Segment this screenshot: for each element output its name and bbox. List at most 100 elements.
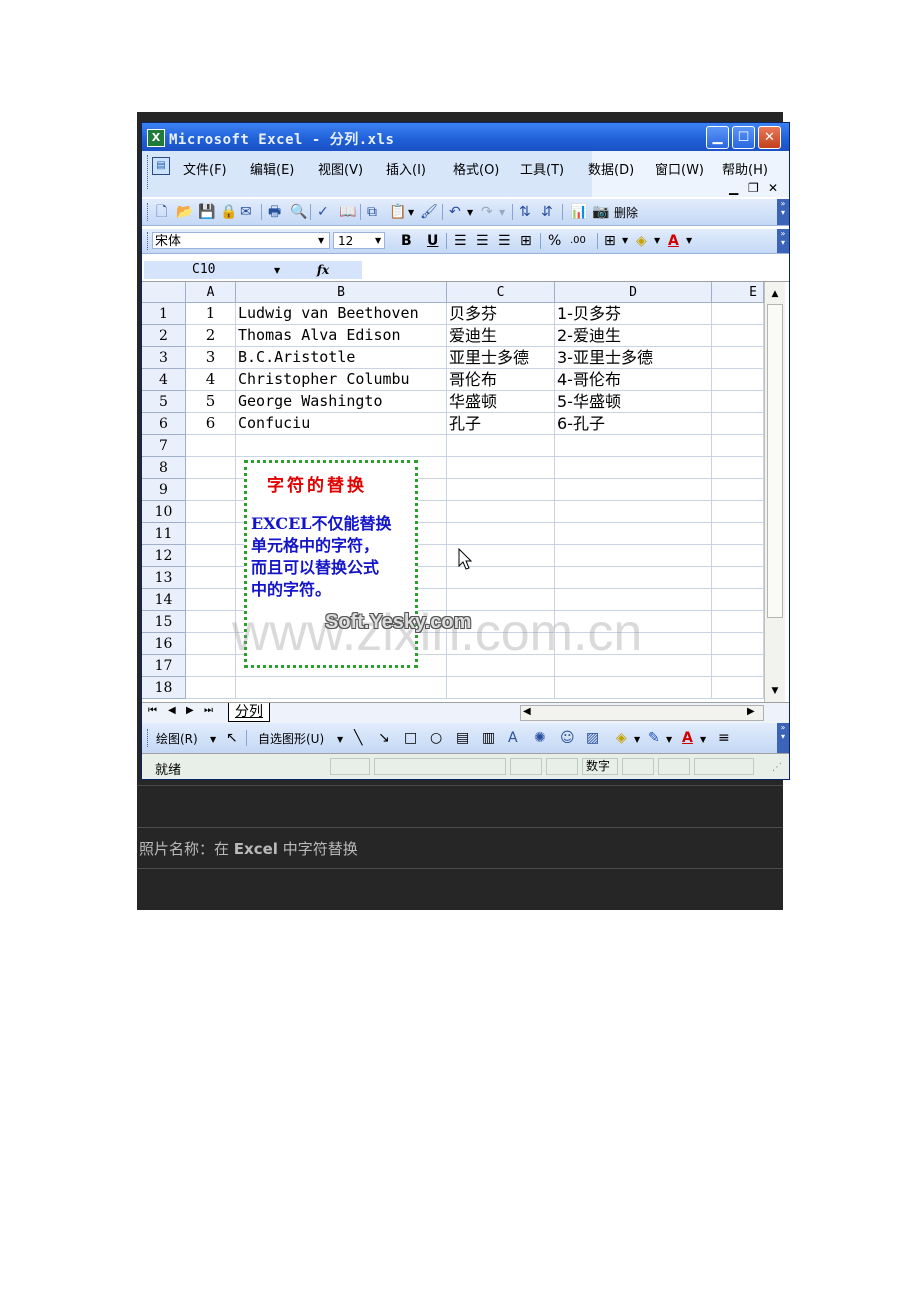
line-style-icon[interactable]: ≡ bbox=[718, 729, 730, 747]
fill-color-icon[interactable]: ◈ bbox=[616, 729, 627, 747]
toolbar-grip-handle[interactable] bbox=[147, 203, 150, 221]
row-header[interactable]: 13 bbox=[142, 567, 186, 589]
cell[interactable]: 2 bbox=[186, 325, 236, 347]
align-right-icon[interactable]: ☰ bbox=[498, 232, 511, 250]
clipart-icon[interactable]: ☺ bbox=[560, 729, 575, 747]
row-header[interactable]: 14 bbox=[142, 589, 186, 611]
cell[interactable] bbox=[447, 479, 555, 501]
vertical-scrollbar[interactable]: ▲ ▼ bbox=[764, 282, 785, 702]
menu-window[interactable]: 窗口(W) bbox=[655, 159, 704, 178]
cell[interactable]: 5 bbox=[186, 391, 236, 413]
font-color-icon[interactable]: A bbox=[682, 729, 693, 747]
redo-icon[interactable]: ↷ bbox=[481, 203, 493, 221]
cell[interactable] bbox=[712, 303, 764, 325]
column-header-d[interactable]: D bbox=[555, 282, 712, 303]
next-sheet-icon[interactable]: ▶ bbox=[186, 705, 194, 716]
column-header-c[interactable]: C bbox=[447, 282, 555, 303]
row-header[interactable]: 7 bbox=[142, 435, 186, 457]
merge-center-icon[interactable]: ⊞ bbox=[520, 232, 532, 250]
cell[interactable]: George Washingto bbox=[236, 391, 447, 413]
cell[interactable]: 爱迪生 bbox=[447, 325, 555, 347]
cell[interactable] bbox=[555, 567, 712, 589]
cell[interactable] bbox=[186, 567, 236, 589]
cell[interactable] bbox=[712, 369, 764, 391]
email-icon[interactable]: ✉ bbox=[240, 203, 252, 221]
last-sheet-icon[interactable]: ⏭ bbox=[204, 705, 213, 716]
arrow-icon[interactable]: ↘ bbox=[378, 729, 390, 747]
resize-grip-icon[interactable]: ⋰ bbox=[772, 762, 782, 773]
mdi-restore-icon[interactable]: ❐ bbox=[748, 181, 759, 195]
cell[interactable] bbox=[186, 611, 236, 633]
cell[interactable]: 4-哥伦布 bbox=[555, 369, 712, 391]
open-icon[interactable]: 📂 bbox=[176, 203, 193, 221]
picture-icon[interactable]: ▨ bbox=[586, 729, 599, 747]
title-bar[interactable]: X Microsoft Excel - 分列.xls ▁ ☐ ✕ bbox=[142, 123, 789, 151]
cell[interactable]: 1-贝多芬 bbox=[555, 303, 712, 325]
oval-icon[interactable]: ○ bbox=[430, 729, 442, 747]
select-objects-icon[interactable]: ↖ bbox=[226, 729, 238, 747]
cell[interactable] bbox=[712, 391, 764, 413]
increase-decimal-button[interactable]: .00 bbox=[570, 232, 586, 250]
row-header[interactable]: 1 bbox=[142, 303, 186, 325]
toolbar-options-icon[interactable]: » ▾ bbox=[777, 723, 789, 753]
column-header-e[interactable]: E bbox=[712, 282, 764, 303]
name-box-dropdown-icon[interactable]: ▼ bbox=[274, 266, 280, 275]
toolbar-grip-handle[interactable] bbox=[147, 232, 150, 250]
menu-insert[interactable]: 插入(I) bbox=[386, 159, 426, 178]
cell[interactable]: 4 bbox=[186, 369, 236, 391]
size-dropdown-icon[interactable]: ▼ bbox=[375, 236, 381, 245]
cell[interactable] bbox=[555, 457, 712, 479]
wordart-icon[interactable]: A bbox=[508, 729, 518, 747]
cell[interactable] bbox=[555, 523, 712, 545]
cell[interactable] bbox=[186, 589, 236, 611]
align-center-icon[interactable]: ☰ bbox=[476, 232, 489, 250]
cell[interactable] bbox=[186, 633, 236, 655]
cell[interactable]: 2-爱迪生 bbox=[555, 325, 712, 347]
mdi-close-icon[interactable]: ✕ bbox=[768, 181, 778, 195]
cell[interactable] bbox=[712, 655, 764, 677]
format-painter-icon[interactable]: 🖌 bbox=[420, 203, 438, 221]
delete-button[interactable]: 删除 bbox=[614, 204, 638, 221]
cell[interactable]: B.C.Aristotle bbox=[236, 347, 447, 369]
menu-tools[interactable]: 工具(T) bbox=[520, 159, 564, 178]
font-color-dropdown-icon[interactable]: ▼ bbox=[700, 735, 706, 744]
cell[interactable] bbox=[555, 501, 712, 523]
cell[interactable]: Christopher Columbu bbox=[236, 369, 447, 391]
row-header[interactable]: 6 bbox=[142, 413, 186, 435]
font-name-select[interactable]: 宋体 bbox=[152, 232, 330, 249]
minimize-button[interactable]: ▁ bbox=[706, 126, 729, 149]
borders-dropdown-icon[interactable]: ▼ bbox=[622, 236, 628, 245]
insert-function-button[interactable]: fx bbox=[284, 261, 362, 279]
diagram-icon[interactable]: ✺ bbox=[534, 729, 546, 747]
menu-grip-handle[interactable] bbox=[147, 155, 150, 189]
cell[interactable] bbox=[555, 479, 712, 501]
menu-format[interactable]: 格式(O) bbox=[453, 159, 499, 178]
draw-menu-button[interactable]: 绘图(R) bbox=[156, 730, 198, 747]
cell[interactable] bbox=[555, 677, 712, 699]
select-all-corner[interactable] bbox=[142, 282, 186, 303]
font-color-dropdown-icon[interactable]: ▼ bbox=[686, 236, 692, 245]
menu-help[interactable]: 帮助(H) bbox=[722, 159, 768, 178]
fill-color-icon[interactable]: ◈ bbox=[636, 232, 647, 250]
cell[interactable] bbox=[236, 677, 447, 699]
scroll-left-icon[interactable]: ◀ bbox=[523, 706, 531, 717]
cell[interactable] bbox=[447, 457, 555, 479]
column-header-a[interactable]: A bbox=[186, 282, 236, 303]
scroll-right-icon[interactable]: ▶ bbox=[747, 706, 755, 717]
sort-descending-icon[interactable]: ⇵ bbox=[541, 203, 553, 221]
cell[interactable] bbox=[712, 325, 764, 347]
underline-button[interactable]: U bbox=[427, 232, 438, 250]
menu-view[interactable]: 视图(V) bbox=[318, 159, 363, 178]
autoshapes-dropdown-icon[interactable]: ▼ bbox=[337, 735, 343, 744]
cell[interactable] bbox=[186, 479, 236, 501]
row-header[interactable]: 2 bbox=[142, 325, 186, 347]
autoshapes-button[interactable]: 自选图形(U) bbox=[258, 730, 324, 747]
spelling-icon[interactable]: ✓ bbox=[317, 203, 329, 221]
toolbar-options-icon[interactable]: » ▾ bbox=[777, 229, 789, 253]
row-header[interactable]: 18 bbox=[142, 677, 186, 699]
row-header[interactable]: 17 bbox=[142, 655, 186, 677]
cell[interactable] bbox=[186, 457, 236, 479]
cell[interactable] bbox=[712, 677, 764, 699]
maximize-button[interactable]: ☐ bbox=[732, 126, 755, 149]
row-header[interactable]: 9 bbox=[142, 479, 186, 501]
